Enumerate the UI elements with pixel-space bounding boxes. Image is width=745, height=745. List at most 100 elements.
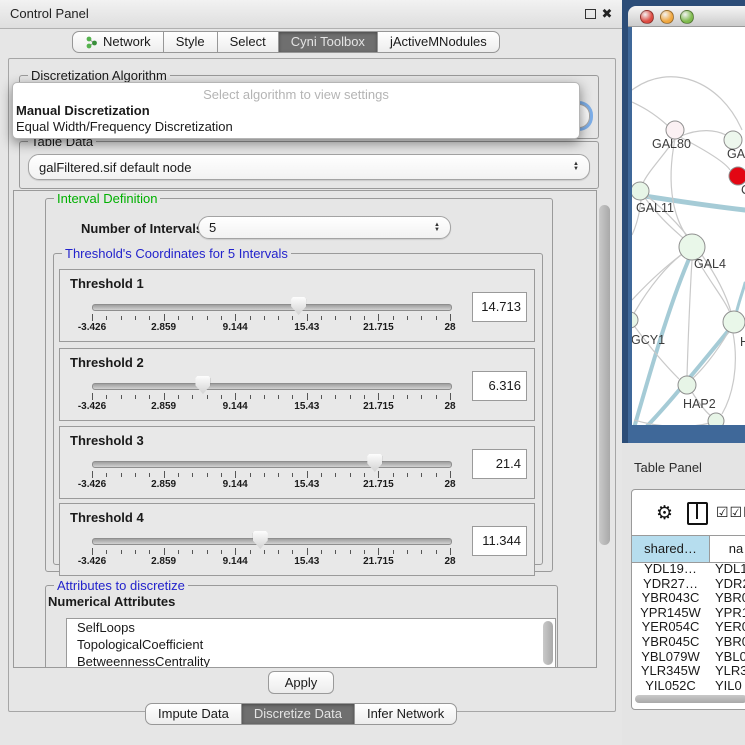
network-node[interactable] — [632, 182, 649, 200]
table-horizontal-scrollbar[interactable] — [635, 695, 745, 703]
table-row[interactable]: YDL19…YDL1 — [632, 561, 745, 576]
minor-tick — [407, 473, 408, 477]
numerical-attributes-list[interactable]: SelfLoopsTopologicalCoefficientBetweenne… — [66, 618, 556, 668]
minor-tick — [207, 316, 208, 320]
algorithm-option[interactable]: Manual Discretization — [16, 103, 150, 118]
num-intervals-combobox[interactable]: 5 ▲▼ — [198, 216, 451, 239]
network-canvas[interactable]: GAL80GACGAL11GAL4GCY1HHAP2 — [632, 27, 745, 425]
threshold-slider-thumb[interactable] — [195, 376, 210, 394]
table-row[interactable]: YIL052CYIL0 — [632, 678, 745, 692]
tick-label: 21.715 — [353, 479, 403, 490]
network-node[interactable] — [632, 312, 638, 328]
minor-tick — [421, 395, 422, 399]
minor-tick — [106, 473, 107, 477]
threshold-slider-thumb[interactable] — [367, 454, 382, 472]
attributes-groupbox: Attributes to discretize Numerical Attri… — [45, 585, 558, 668]
numerical-attributes-label: Numerical Attributes — [48, 594, 175, 609]
tab-style[interactable]: Style — [163, 31, 218, 53]
algorithm-group-title: Discretization Algorithm — [28, 68, 170, 83]
table-row[interactable]: YER054CYER0 — [632, 619, 745, 634]
tab-cyni-toolbox[interactable]: Cyni Toolbox — [278, 31, 378, 53]
close-icon[interactable]: ✖ — [600, 7, 614, 21]
network-node[interactable] — [708, 413, 724, 425]
minor-tick — [149, 473, 150, 477]
threshold-row: Threshold 2-3.4262.8599.14415.4321.71528… — [59, 348, 535, 421]
minor-tick — [207, 395, 208, 399]
attributes-scrollbar[interactable] — [543, 621, 553, 665]
network-node[interactable] — [678, 376, 696, 394]
split-view-icon[interactable] — [687, 502, 708, 525]
threshold-value-field[interactable]: 11.344 — [472, 526, 527, 556]
tab-jactivemnodules[interactable]: jActiveMNodules — [377, 31, 500, 53]
threshold-slider-track[interactable] — [92, 538, 452, 545]
table-row[interactable]: YLR345WYLR3 — [632, 663, 745, 678]
bottom-tab-infer-network[interactable]: Infer Network — [354, 703, 457, 725]
minor-tick — [407, 550, 408, 554]
network-icon — [85, 36, 98, 49]
bottom-tab-discretize-data[interactable]: Discretize Data — [241, 703, 355, 725]
threshold-value-field[interactable]: 6.316 — [472, 371, 527, 401]
column-header-shared-name[interactable]: shared… — [632, 536, 710, 562]
attribute-list-item[interactable]: TopologicalCoefficient — [67, 636, 555, 653]
tab-select[interactable]: Select — [217, 31, 279, 53]
thresholds-group-title: Threshold's Coordinates for 5 Intervals — [62, 246, 291, 261]
tab-network[interactable]: Network — [72, 31, 164, 53]
bottom-tab-impute-data[interactable]: Impute Data — [145, 703, 242, 725]
minor-tick — [121, 550, 122, 554]
minor-tick — [121, 395, 122, 399]
table-row[interactable]: YBL079WYBL0 — [632, 649, 745, 664]
table-row[interactable]: YPR145WYPR1 — [632, 605, 745, 620]
threshold-slider-track[interactable] — [92, 304, 452, 311]
minor-tick — [106, 550, 107, 554]
network-node[interactable] — [723, 311, 745, 333]
minor-tick — [407, 395, 408, 399]
minor-tick — [321, 316, 322, 320]
minor-tick — [221, 395, 222, 399]
minor-tick — [292, 395, 293, 399]
table-data-combobox[interactable]: galFiltered.sif default node ▲▼ — [28, 154, 590, 180]
cell-name: YDL1 — [709, 561, 745, 576]
network-node-label: GA — [727, 147, 745, 161]
network-window-titlebar[interactable] — [628, 6, 745, 27]
column-header-name[interactable]: na — [710, 536, 745, 562]
threshold-value-field[interactable]: 14.713 — [472, 292, 527, 322]
table-row[interactable]: YDR27…YDR2 — [632, 576, 745, 591]
panel-scrollbar[interactable] — [599, 205, 610, 545]
minimize-traffic-light[interactable] — [660, 10, 674, 24]
minor-tick — [364, 550, 365, 554]
checkbox-icons[interactable]: ☑☑☑ — [716, 504, 745, 521]
stepper-arrows-icon: ▲▼ — [573, 162, 579, 172]
major-tick — [307, 471, 308, 478]
cell-name: YDR2 — [709, 576, 745, 591]
threshold-slider-track[interactable] — [92, 383, 452, 390]
tab-label: Cyni Toolbox — [291, 32, 365, 52]
major-tick — [450, 548, 451, 555]
cell-name: YBL0 — [709, 649, 745, 664]
threshold-slider-thumb[interactable] — [291, 297, 306, 315]
zoom-traffic-light[interactable] — [680, 10, 694, 24]
cell-name: YIL0 — [709, 678, 742, 692]
tick-label: 9.144 — [210, 322, 260, 333]
minor-tick — [335, 316, 336, 320]
table-row[interactable]: YBR045CYBR0 — [632, 634, 745, 649]
table-row[interactable]: YBR043CYBR0 — [632, 590, 745, 605]
table-panel: ⚙ ☑☑☑ shared… na YDL19…YDL1YDR27…YDR2YBR… — [631, 489, 745, 710]
apply-button[interactable]: Apply — [268, 671, 334, 694]
tick-label: 2.859 — [139, 322, 189, 333]
attribute-list-item[interactable]: BetweennessCentrality — [67, 653, 555, 668]
threshold-slider-track[interactable] — [92, 461, 452, 468]
minor-tick — [264, 395, 265, 399]
close-traffic-light[interactable] — [640, 10, 654, 24]
threshold-value-field[interactable]: 21.4 — [472, 449, 527, 479]
algorithm-option[interactable]: Equal Width/Frequency Discretization — [16, 119, 233, 134]
cell-shared-name: YDR27… — [632, 576, 709, 591]
threshold-slider-thumb[interactable] — [253, 531, 268, 549]
minor-tick — [278, 473, 279, 477]
minor-tick — [364, 395, 365, 399]
gear-icon[interactable]: ⚙ — [656, 502, 673, 525]
minor-tick — [178, 316, 179, 320]
float-window-icon[interactable] — [583, 7, 597, 21]
threshold-row: Threshold 4-3.4262.8599.14415.4321.71528… — [59, 503, 535, 576]
cell-shared-name: YIL052C — [632, 678, 709, 692]
attribute-list-item[interactable]: SelfLoops — [67, 619, 555, 636]
